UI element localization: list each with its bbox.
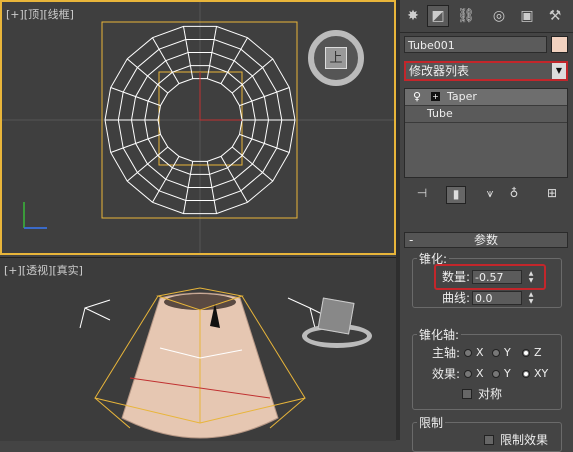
stack-item-taper[interactable]: ♀ + Taper [405,89,567,106]
modifier-list-label: 修改器列表 [409,64,470,78]
viewport-persp-label[interactable]: [+][透视][真实] [4,262,83,278]
curve-label: 曲线: [442,291,471,305]
params-rollout-header[interactable]: - 参数 [404,232,568,248]
display-tab[interactable]: ▣ [516,5,538,27]
amount-highlight [434,264,546,290]
viewport-top[interactable]: [+][顶][线框] 上 [0,0,396,255]
configure-sets-icon[interactable]: ⊞ [542,186,562,204]
command-panel: ✸ ◩ ⛓ ◎ ▣ ⚒ Tube001 修改器列表 ▼ ♀ + Taper Tu… [400,0,573,452]
object-color-swatch[interactable] [551,36,568,53]
effect-xy-label: XY [534,367,549,380]
wire-spoke [220,37,248,84]
hierarchy-tab[interactable]: ⛓ [455,5,477,27]
make-unique-icon[interactable]: ⩛ [480,186,500,204]
curve-spinner[interactable]: ▲ ▼ [526,291,536,305]
wire-spoke [239,87,290,107]
primary-x-label: X [476,346,484,359]
taper-axis-label: 锥化轴: [417,326,462,343]
wire-spoke [152,156,180,203]
wire-spoke [220,156,248,203]
object-name-field[interactable]: Tube001 [404,36,547,53]
stack-item-label: Tube [427,107,453,120]
motion-tab[interactable]: ◎ [488,5,510,27]
effect-y-radio[interactable] [492,370,500,378]
primary-z-radio[interactable] [522,349,530,357]
symmetry-label: 对称 [478,387,503,401]
viewport-top-label[interactable]: [+][顶][线框] [6,6,74,22]
viewport-perspective[interactable]: [+][透视][真实] [0,257,396,441]
viewcube[interactable]: 上 [308,30,364,86]
wire-spoke [152,37,180,84]
expand-plus-icon[interactable]: + [431,92,440,101]
viewcube-face[interactable]: 上 [325,47,347,69]
remove-modifier-icon[interactable]: ♁ [504,186,524,204]
stack-item-tube[interactable]: Tube [405,106,567,123]
effect-y-label: Y [504,367,511,380]
symmetry-checkbox[interactable] [462,389,472,399]
limit-effect-checkbox[interactable] [484,435,494,445]
viewcube-persp[interactable] [302,294,372,354]
wire-spoke [110,87,161,107]
wire-spoke [239,133,290,153]
utilities-tab[interactable]: ⚒ [544,5,566,27]
effect-x-label: X [476,367,484,380]
panel-tabs: ✸ ◩ ⛓ ◎ ▣ ⚒ [400,0,573,33]
modifier-list-dropdown[interactable]: 修改器列表 ▼ [404,61,568,81]
pin-stack-icon[interactable]: ⊣ [412,186,432,204]
limit-effect-label: 限制效果 [500,433,549,447]
limit-group-label: 限制 [417,414,446,431]
collapse-icon: - [409,233,414,247]
primary-x-radio[interactable] [464,349,472,357]
params-title: 参数 [473,233,498,247]
primary-axis-label: 主轴: [432,346,461,360]
primary-y-radio[interactable] [492,349,500,357]
show-end-result-icon[interactable]: ▮ [446,186,466,204]
primary-z-label: Z [534,346,542,359]
modify-tab[interactable]: ◩ [427,5,449,27]
curve-input[interactable]: 0.0 [472,291,522,305]
wire-spoke [110,133,161,153]
create-tab[interactable]: ✸ [402,5,424,27]
modifier-stack[interactable]: ♀ + Taper Tube [404,88,568,178]
effect-x-radio[interactable] [464,370,472,378]
effect-axis-label: 效果: [432,367,461,381]
stack-toolbar: ⊣ ▮ ⩛ ♁ ⊞ [404,184,568,206]
chevron-down-icon[interactable]: ▼ [552,63,566,79]
lightbulb-icon[interactable]: ♀ [413,89,421,105]
effect-xy-radio[interactable] [522,370,530,378]
stack-item-label: Taper [447,90,477,103]
primary-y-label: Y [504,346,511,359]
